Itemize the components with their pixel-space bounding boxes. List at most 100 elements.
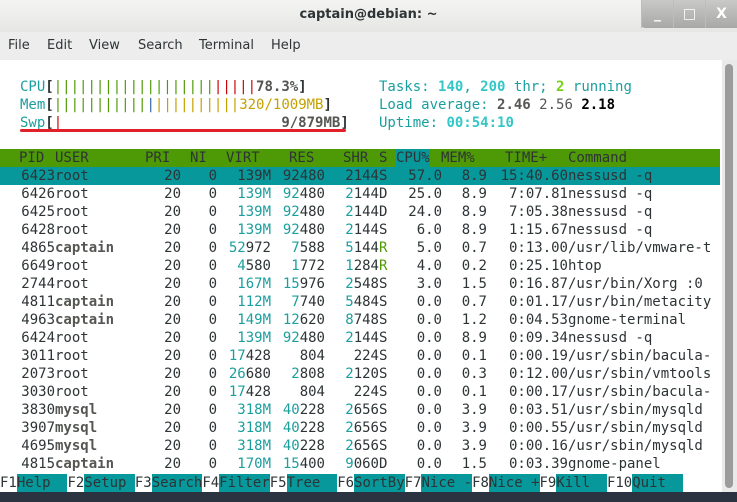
fkey-label-help[interactable]: Help: [16, 474, 68, 492]
fkey-f1[interactable]: F1: [0, 474, 17, 492]
process-row[interactable]: 4815 captain 20 0 170M 15400 9060 D 0.0 1.5 0:03.3…: [0, 455, 720, 473]
cell-ni: 0: [208, 294, 217, 310]
cell-shr: 2144: [345, 329, 379, 347]
menu-search[interactable]: Search: [138, 38, 183, 53]
fkey-f3[interactable]: F3: [135, 474, 152, 492]
fkey-label-setup[interactable]: Setup: [84, 474, 135, 492]
process-row[interactable]: 2073 root 20 0 26680 2808 2120 S 0.0 0.3 0:12.00/u…: [0, 365, 720, 383]
cell-cpu: 0.0: [416, 420, 442, 436]
process-row[interactable]: 4963 captain 20 0 149M 12620 8748 S 0.0 1.2 0:04.5…: [0, 311, 720, 329]
cell-pri: 20: [164, 438, 181, 454]
fkey-f4[interactable]: F4: [202, 474, 219, 492]
cell-shr: 5484: [345, 293, 379, 311]
col-ni[interactable]: NI: [190, 149, 207, 167]
process-row[interactable]: 4695 mysql 20 0 318M 40228 2656 S 0.0 3.9 0:00.16/…: [0, 437, 720, 455]
cell-pid: 6649: [21, 258, 55, 274]
col-mem[interactable]: MEM%: [441, 149, 475, 167]
cell-pri: 20: [164, 240, 181, 256]
process-row[interactable]: 6424 root 20 0 139M 92480 2144 S 0.0 8.9 0:09.34 ne…: [0, 329, 720, 347]
fkey-f8[interactable]: F8: [472, 474, 489, 492]
value-low: 400: [299, 456, 325, 472]
process-row[interactable]: 3907 mysql 20 0 318M 40228 2656 S 0.0 3.9 0:00.55/…: [0, 419, 720, 437]
cpu-meter: CPU[||||||||||||||||||||||||78.3%]: [20, 78, 307, 96]
process-row[interactable]: 4811 captain 20 0 112M 7740 5484 S 0.0 0.7 0:01.17…: [0, 293, 720, 311]
menu-file[interactable]: File: [8, 38, 30, 53]
fkey-label-kill[interactable]: Kill: [556, 474, 607, 492]
fkey-label-nice[interactable]: Nice +: [488, 474, 540, 492]
cell-pid: 3011: [21, 348, 55, 364]
value-low: 480: [299, 330, 325, 346]
col-virt[interactable]: VIRT: [226, 149, 260, 167]
value-low: 548: [353, 276, 379, 292]
fkey-label-search[interactable]: Search: [151, 474, 203, 492]
col-state[interactable]: S: [379, 149, 387, 167]
value-high: 318M: [237, 402, 271, 418]
fkey-f2[interactable]: F2: [67, 474, 84, 492]
menu-edit[interactable]: Edit: [47, 38, 72, 53]
fkey-f7[interactable]: F7: [405, 474, 422, 492]
value-high: 92: [282, 204, 300, 220]
fkey-label-filter[interactable]: Filter: [219, 474, 270, 492]
scrollbar-thumb[interactable]: [725, 64, 733, 488]
process-row[interactable]: 3030 root 20 0 17428 804 224 S 0.0 0.1 0:00.17/usr…: [0, 383, 720, 401]
minimize-button[interactable]: _: [641, 0, 673, 28]
fkey-f10[interactable]: F10: [607, 474, 632, 492]
maximize-button[interactable]: □: [673, 0, 705, 28]
cell-virt: 139M: [237, 185, 271, 203]
fkey-f9[interactable]: F9: [540, 474, 557, 492]
scrollbar[interactable]: [722, 60, 737, 492]
value-high: 2: [291, 366, 300, 382]
fkey-label-sortby[interactable]: SortBy: [354, 474, 405, 492]
col-command[interactable]: Command: [568, 149, 627, 167]
col-pid[interactable]: PID: [19, 149, 44, 167]
value-low: 804: [299, 384, 325, 400]
cell-cpu: 0.0: [416, 348, 442, 364]
value-low: 976: [299, 276, 325, 292]
cell-time: 0:00.16: [508, 438, 568, 454]
cell-virt: 139M: [237, 167, 271, 185]
menu-help[interactable]: Help: [271, 38, 301, 53]
cell-pid: 3907: [21, 420, 55, 436]
cell-cpu: 5.0: [416, 240, 442, 256]
menu-terminal[interactable]: Terminal: [199, 38, 254, 53]
cell-shr: 2144: [345, 203, 379, 221]
col-pri[interactable]: PRI: [145, 149, 170, 167]
cell-res: 92480: [283, 203, 325, 221]
col-res[interactable]: RES: [289, 149, 314, 167]
process-row[interactable]: 2744 root 20 0 167M 15976 2548 S 3.0 1.5 0:16.87/u…: [0, 275, 720, 293]
process-row[interactable]: 6426 root 20 0 139M 92480 2144 D 25.0 8.9 7:07.81 n…: [0, 185, 720, 203]
process-row[interactable]: 6425 root 20 0 139M 92480 2144 D 24.0 8.9 7:05.38 n…: [0, 203, 720, 221]
close-button[interactable]: X: [705, 0, 737, 28]
fkey-label-tree[interactable]: Tree: [286, 474, 338, 492]
process-row[interactable]: 6428 root 20 0 139M 92480 2144 S 6.0 8.9 1:15.67 ne…: [0, 221, 720, 239]
fkey-f6[interactable]: F6: [337, 474, 354, 492]
value-high: 139M: [237, 204, 271, 220]
cell-s: S: [379, 384, 388, 400]
cell-pid: 6423: [21, 168, 55, 184]
fkey-label-nice[interactable]: Nice -: [421, 474, 473, 492]
cell-pri: 20: [164, 312, 181, 328]
value-high: 149M: [237, 312, 271, 328]
cell-pri: 20: [164, 276, 181, 292]
process-row[interactable]: 6423 root 20 0 139M 92480 2144 S 57.0 8.9 15:40.60…: [0, 167, 720, 185]
cell-virt: 112M: [237, 293, 271, 311]
col-cpu-sorted[interactable]: CPU%: [396, 149, 430, 167]
process-row[interactable]: 6649 root 20 0 4580 1772 1284 R 4.0 0.2 0:25.10 hto…: [0, 257, 720, 275]
cell-res: 2808: [291, 365, 325, 383]
col-time[interactable]: TIME+: [505, 149, 547, 167]
col-shr[interactable]: SHR: [343, 149, 368, 167]
cell-user: captain: [55, 456, 115, 472]
fkey-label-quit[interactable]: Quit: [632, 474, 683, 492]
cell-s: S: [379, 366, 388, 382]
process-row[interactable]: 3830 mysql 20 0 318M 40228 2656 S 0.0 3.9 0:03.51/…: [0, 401, 720, 419]
terminal-area[interactable]: CPU[||||||||||||||||||||||||78.3%] Mem[|…: [0, 60, 720, 492]
value-low: 484: [353, 294, 379, 310]
col-user[interactable]: USER: [55, 149, 89, 167]
value-high: 4: [237, 258, 246, 274]
value-high: 139M: [237, 186, 271, 202]
process-row[interactable]: 3011 root 20 0 17428 804 224 S 0.0 0.1 0:00.19/usr…: [0, 347, 720, 365]
fkey-f5[interactable]: F5: [270, 474, 287, 492]
process-row[interactable]: 4865 captain 20 0 52972 7588 5144 R 5.0 0.7 0:13.0…: [0, 239, 720, 257]
menu-view[interactable]: View: [89, 38, 120, 53]
cell-ni: 0: [208, 384, 217, 400]
